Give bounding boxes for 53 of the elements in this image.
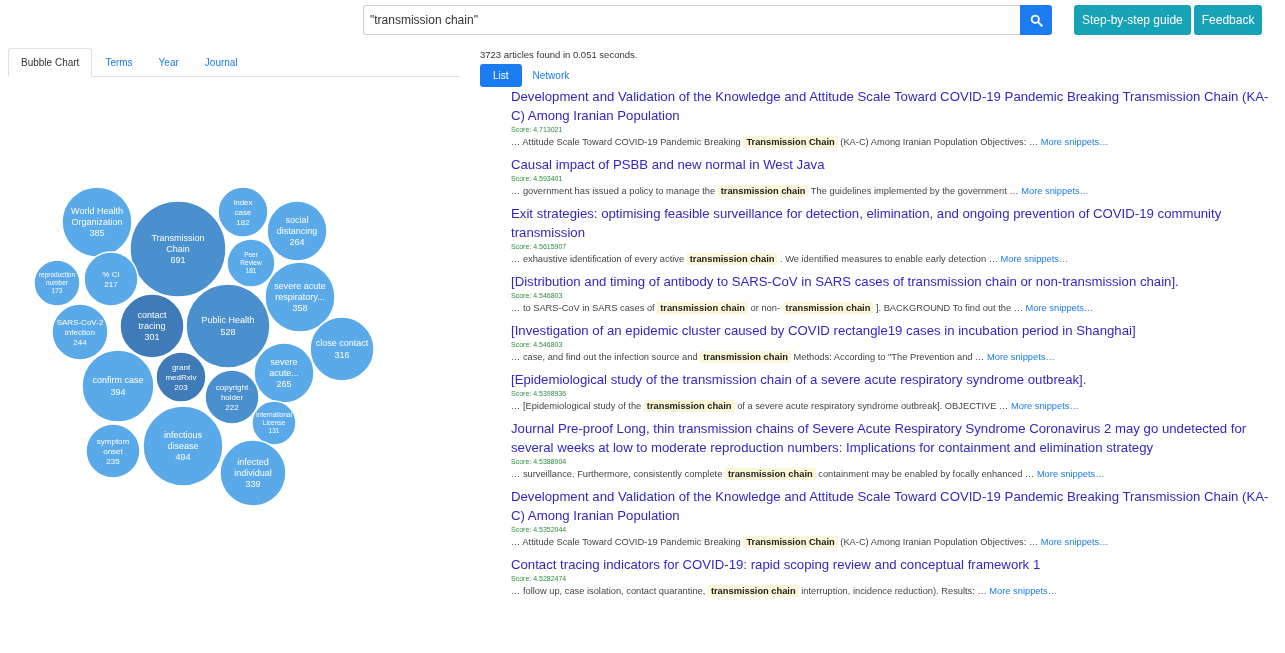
chart-tab[interactable]: Bubble Chart [8, 48, 93, 77]
guide-button[interactable]: Step-by-step guide [1074, 5, 1191, 35]
result-count: 3723 articles found in 0.051 seconds. [480, 49, 639, 60]
more-snippets-link[interactable]: More snippets… [1000, 254, 1069, 264]
more-snippets-link[interactable]: More snippets… [1025, 303, 1094, 313]
result-title-link[interactable]: [Distribution and timing of antibody to SARS-CoV in SARS cases of transmission chain or non-transmission chain]. [511, 272, 1281, 291]
term-bubble[interactable]: contact tracing 301 [119, 293, 185, 359]
more-snippets-link[interactable]: More snippets… [1011, 401, 1079, 411]
more-snippets-link[interactable]: More snippets… [987, 352, 1055, 362]
result-title-link[interactable]: Development and Validation of the Knowledge and Attitude Scale Toward COVID-19 Pandemic Breaking Transmission Chain (KA-C) Among Iranian Population [511, 87, 1281, 125]
snippet-text: … exhaustive identification of every active transmission chain . We identified measures to enable early detection … More snippets… [511, 252, 1070, 266]
term-bubble[interactable]: % CI 217 [83, 251, 139, 307]
term-bubble[interactable]: infectious disease 494 [142, 405, 224, 487]
result-title-link[interactable]: [Investigation of an epidemic cluster caused by COVID rectangle19 cases in incubation period in Shanghai] [511, 321, 1281, 340]
chart-tab[interactable]: Year [145, 48, 192, 77]
search-field[interactable]: "transmission chain" [363, 5, 1020, 35]
term-bubble[interactable]: World Health Organization 385 [61, 186, 133, 258]
term-bubble[interactable]: close contact 316 [309, 316, 375, 382]
snippet-text: … Attitude Scale Toward COVID-19 Pandemic Breaking Transmission Chain (KA-C) Among Iranian Population Objectives: … More snippets… [511, 135, 1110, 149]
snippet-text: … Attitude Scale Toward COVID-19 Pandemic Breaking Transmission Chain (KA-C) Among Iranian Population Objectives: … More snippets… [511, 535, 1110, 549]
term-bubble[interactable]: symptom onset 235 [85, 423, 141, 479]
more-snippets-link[interactable]: More snippets… [1036, 469, 1105, 479]
snippet-text: … [Epidemiological study of the transmission chain of a severe acute respiratory syndrome outbreak]. OBJECTIVE … More snippets… [511, 399, 1080, 413]
more-snippets-link[interactable]: More snippets… [1040, 537, 1109, 547]
result-title-link[interactable]: Journal Pre-proof Long, thin transmission chains of Severe Acute Respiratory Syndrome Coronavirus 2 may go undetected for several weeks at low to moderate reproduction numbers: Implications for containment and elimination strategy [511, 419, 1281, 457]
snippet-text: … case, and find out the infection source and transmission chain Methods: According to "The Prevention and … More snippets… [511, 350, 1056, 364]
result-title-link[interactable]: [Epidemiological study of the transmission chain of a severe acute respiratory syndrome outbreak]. [511, 370, 1281, 389]
result-title-link[interactable]: Development and Validation of the Knowledge and Attitude Scale Toward COVID-19 Pandemic Breaking Transmission Chain (KA-C) Among Iranian Population [511, 487, 1281, 525]
view-tab[interactable]: Network [521, 64, 581, 87]
result-title-link[interactable]: Contact tracing indicators for COVID-19: rapid scoping review and conceptual framework 1 [511, 555, 1281, 574]
term-bubble[interactable]: Transmission Chain 691 [129, 200, 227, 298]
view-tab[interactable]: List [480, 64, 522, 87]
term-bubble[interactable]: infected individual 339 [219, 439, 287, 507]
more-snippets-link[interactable]: More snippets… [989, 586, 1058, 596]
term-bubble[interactable]: SARS-CoV-2 infection 244 [51, 303, 109, 361]
feedback-button[interactable]: Feedback [1193, 5, 1263, 35]
term-bubble[interactable]: severe acute... 265 [253, 342, 315, 404]
snippet-text: … surveillance. Furthermore, consistently complete transmission chain containment may be enabled by focally enhanced … More snippets… [511, 467, 1106, 481]
snippet-text: … government has issued a policy to manage the transmission chain The guidelines implemented by the government … More snippets… [511, 184, 1090, 198]
more-snippets-link[interactable]: More snippets… [1021, 186, 1089, 196]
term-bubble[interactable]: index case 182 [217, 186, 269, 238]
chart-tab[interactable]: Terms [92, 48, 146, 77]
result-title-link[interactable]: Exit strategies: optimising feasible surveillance for detection, elimination, and ongoing prevention of COVID-19 community transmission [511, 204, 1281, 242]
more-snippets-link[interactable]: More snippets… [1040, 137, 1109, 147]
term-bubble[interactable]: social distancing 264 [266, 200, 328, 262]
search-icon [1029, 13, 1043, 27]
term-bubble[interactable]: grant medRxiv 203 [155, 351, 207, 403]
result-title-link[interactable]: Causal impact of PSBB and new normal in West Java [511, 155, 1281, 174]
search-button[interactable] [1020, 5, 1052, 35]
snippet-text: … to SARS-CoV in SARS cases of transmission chain or non- transmission chain ]. BACKGROUND To find out the … More snippets… [511, 301, 1095, 315]
chart-tab[interactable]: Journal [191, 48, 251, 77]
term-bubble[interactable]: confirm case 394 [81, 349, 155, 423]
snippet-text: … follow up, case isolation, contact quarantine, transmission chain interruption, incidence reduction). Results: … More snippets… [511, 584, 1059, 598]
